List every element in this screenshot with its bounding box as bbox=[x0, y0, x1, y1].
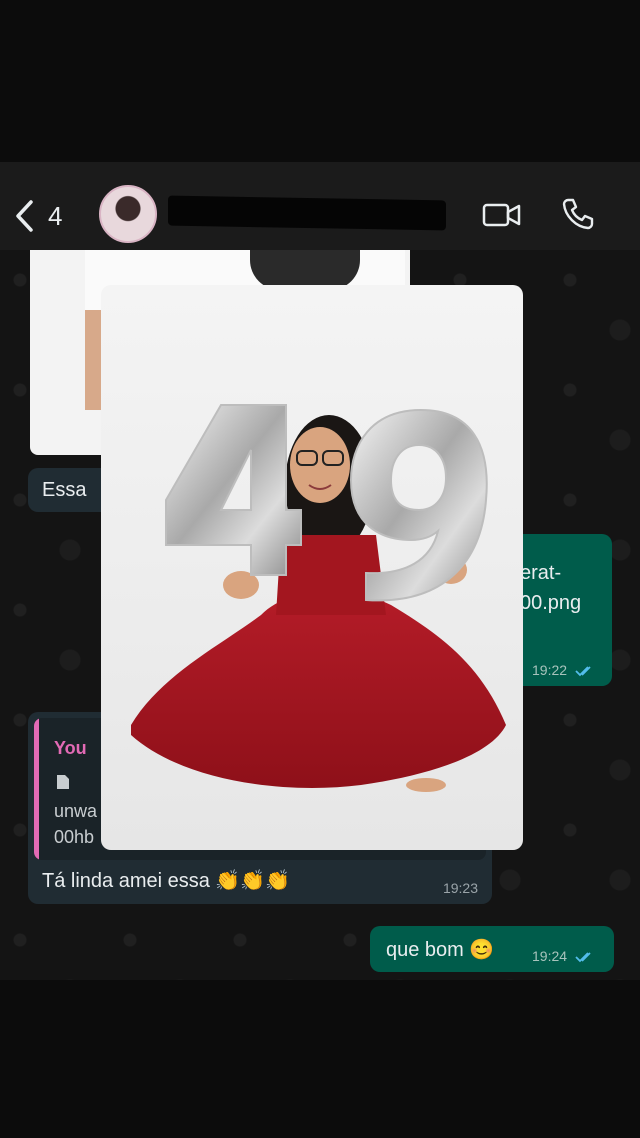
message-time: 19:23 bbox=[442, 880, 478, 896]
photo-preview[interactable] bbox=[101, 285, 523, 850]
document-icon bbox=[57, 775, 69, 789]
incoming-image-detail bbox=[250, 250, 360, 290]
quoted-file-name: unwa 00hb bbox=[54, 798, 97, 850]
file-name-line2: 00.png bbox=[520, 592, 582, 614]
quote-accent-bar bbox=[34, 718, 39, 860]
message-time: 19:24 bbox=[532, 948, 595, 964]
double-check-icon bbox=[575, 952, 591, 963]
unread-count: 4 bbox=[48, 200, 63, 231]
top-black-area bbox=[0, 0, 640, 162]
quoted-file-name-line1: unwa bbox=[54, 801, 98, 821]
video-call-icon[interactable] bbox=[482, 200, 522, 230]
redacted-contact-name bbox=[168, 195, 446, 231]
message-text: que bom 😊 bbox=[386, 939, 495, 961]
file-name-line1: erat- bbox=[520, 562, 562, 584]
message-time: 19:22 bbox=[532, 662, 595, 678]
back-button[interactable]: 4 bbox=[14, 198, 74, 234]
outgoing-message-que-bom[interactable]: que bom 😊 19:24 bbox=[370, 926, 614, 972]
time-text: 19:24 bbox=[532, 948, 568, 964]
contact-avatar[interactable] bbox=[99, 185, 157, 243]
quote-author: You bbox=[54, 738, 87, 758]
message-text: Tá linda amei essa 👏👏👏 bbox=[42, 870, 291, 892]
quoted-file-name-line2: 00hb bbox=[54, 827, 95, 847]
chevron-left-icon bbox=[16, 200, 33, 232]
phone-call-icon[interactable] bbox=[560, 196, 596, 232]
photo-illustration bbox=[131, 404, 506, 792]
message-text: Essa bbox=[42, 479, 87, 501]
double-check-icon bbox=[575, 666, 591, 677]
time-text: 19:22 bbox=[532, 662, 568, 678]
file-name: erat- 00.png bbox=[520, 558, 581, 618]
bottom-black-area bbox=[0, 980, 640, 1138]
